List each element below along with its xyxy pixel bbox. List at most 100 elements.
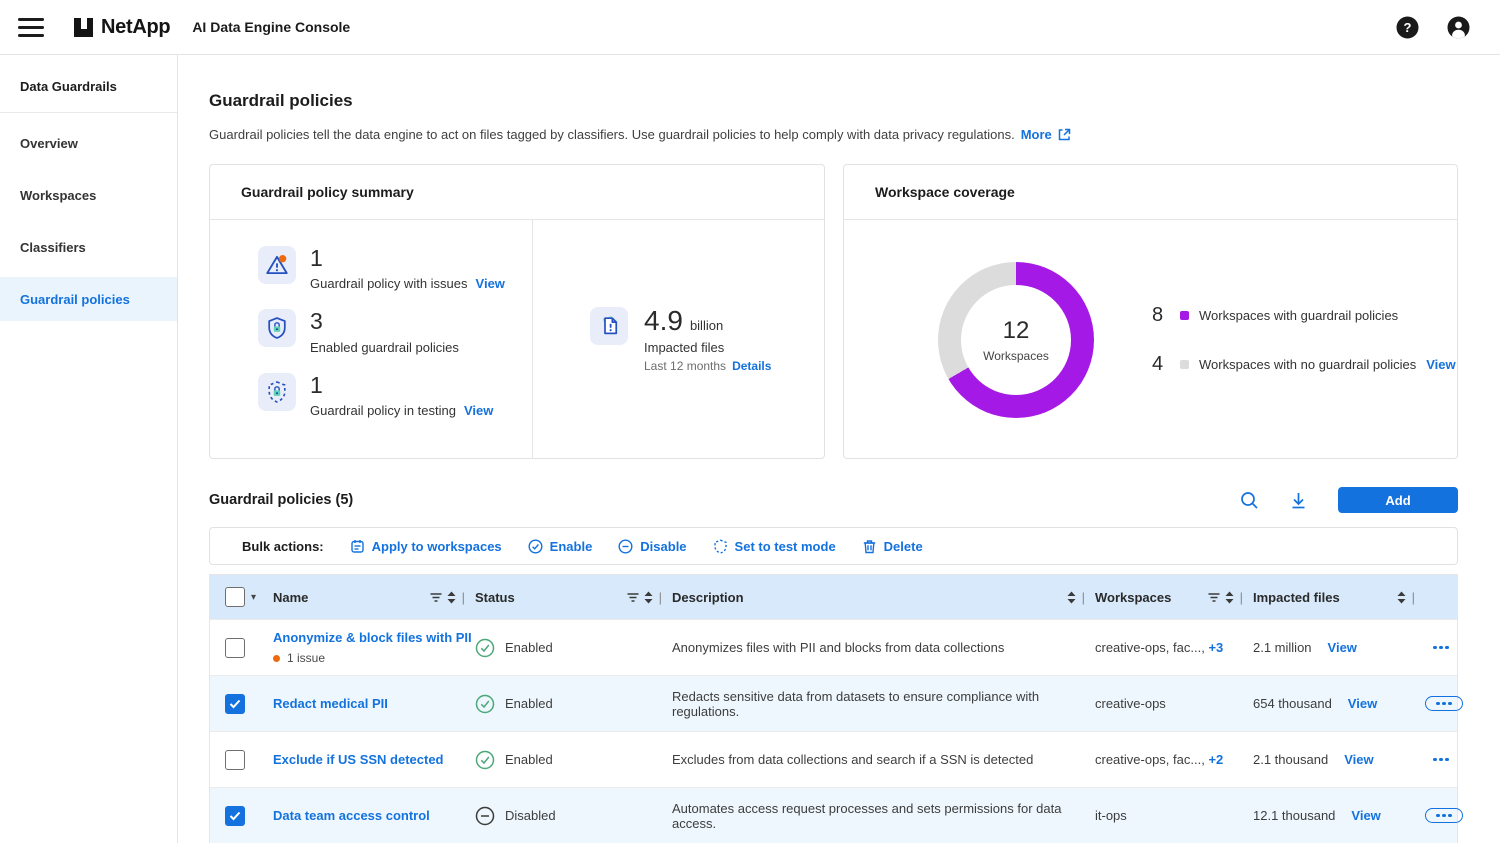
external-link-icon[interactable] [1058,128,1071,141]
sort-icon[interactable] [644,591,653,604]
column-header-status: Status [475,590,515,605]
status-text: Enabled [505,752,553,767]
select-all-checkbox[interactable] [225,587,245,607]
bulk-enable[interactable]: Enable [528,539,593,554]
stat-label: Guardrail policy with issues [310,276,468,291]
sidebar-item-guardrail-policies[interactable]: Guardrail policies [0,277,177,321]
filter-icon[interactable] [627,592,639,603]
download-icon[interactable] [1289,491,1308,510]
row-checkbox[interactable] [225,806,245,826]
row-menu-icon[interactable] [1425,753,1457,767]
view-impacted-link[interactable]: View [1351,808,1380,823]
brand-name: NetApp [101,16,170,39]
table-row: Anonymize & block files with PII 1 issue… [210,619,1457,675]
workspaces-text: it-ops [1095,808,1127,823]
add-button[interactable]: Add [1338,487,1458,513]
sidebar-item-overview[interactable]: Overview [0,121,177,165]
legend-value: 8 [1152,304,1172,327]
impacted-files-value: 4.9 [644,307,683,335]
sidebar-item-classifiers[interactable]: Classifiers [0,225,177,269]
impacted-files-unit: billion [690,318,723,333]
workspaces-text: creative-ops [1095,696,1166,711]
workspaces-text: creative-ops, fac..., [1095,640,1205,655]
apply-to-workspaces-icon [350,539,365,554]
guardrail-policies-table: ▾ Name | Status | Desc [209,574,1458,843]
legend-label: Workspaces with no guardrail policies [1199,357,1416,372]
view-issues-link[interactable]: View [476,276,505,291]
row-menu-icon[interactable] [1425,808,1463,824]
app-title: AI Data Engine Console [192,19,350,35]
impacted-files-count: 12.1 thousand [1253,808,1335,823]
user-account-icon[interactable] [1447,16,1470,39]
status-disabled-icon [475,806,495,826]
impacted-files-icon [590,307,628,345]
row-checkbox[interactable] [225,694,245,714]
donut-total: 12 [1003,317,1030,345]
policy-description: Automates access request processes and s… [672,801,1095,831]
policy-name-link[interactable]: Data team access control [273,808,475,823]
policy-name-link[interactable]: Exclude if US SSN detected [273,752,475,767]
impacted-files-count: 2.1 thousand [1253,752,1328,767]
hamburger-menu-icon[interactable] [18,18,44,37]
stat-value: 1 [310,246,505,271]
sort-icon[interactable] [1397,591,1406,604]
filter-icon[interactable] [1208,592,1220,603]
sort-icon[interactable] [447,591,456,604]
status-text: Enabled [505,696,553,711]
impacted-files-label: Impacted files [644,340,771,355]
sort-icon[interactable] [1225,591,1234,604]
view-impacted-link[interactable]: View [1348,696,1377,711]
row-menu-icon[interactable] [1425,696,1463,712]
status-text: Disabled [505,808,556,823]
policy-name-link[interactable]: Anonymize & block files with PII [273,630,475,645]
table-header-row: ▾ Name | Status | Desc [210,575,1457,619]
row-checkbox[interactable] [225,750,245,770]
bulk-delete[interactable]: Delete [862,539,923,554]
policy-description: Excludes from data collections and searc… [672,752,1095,767]
legend-with-policies: 8 Workspaces with guardrail policies [1152,304,1456,327]
status-enabled-icon [475,638,495,658]
bulk-apply-to-workspaces[interactable]: Apply to workspaces [350,539,502,554]
policy-name-link[interactable]: Redact medical PII [273,696,475,711]
shield-lock-icon [258,309,296,347]
select-all-caret-icon[interactable]: ▾ [251,592,256,603]
table-title: Guardrail policies (5) [209,492,353,508]
top-bar: NetApp AI Data Engine Console ? [0,0,1500,55]
view-testing-link[interactable]: View [464,403,493,418]
view-impacted-link[interactable]: View [1328,640,1357,655]
row-menu-icon[interactable] [1425,641,1457,655]
issue-dot [273,655,280,662]
help-icon[interactable]: ? [1396,16,1419,39]
sidebar: Data Guardrails Overview Workspaces Clas… [0,55,178,843]
stat-policy-in-testing: 1 Guardrail policy in testingView [258,373,532,418]
netapp-logo: NetApp [74,16,170,39]
page-description: Guardrail policies tell the data engine … [209,127,1015,142]
page-title: Guardrail policies [209,91,1458,111]
workspaces-more-link[interactable]: +2 [1208,752,1223,767]
issue-text: 1 issue [287,651,325,665]
bulk-disable[interactable]: Disable [618,539,686,554]
stat-value: 3 [310,309,459,334]
impacted-files-count: 654 thousand [1253,696,1332,711]
view-workspaces-link[interactable]: View [1426,357,1455,372]
details-link[interactable]: Details [732,359,771,373]
stat-label: Guardrail policy in testing [310,403,456,418]
svg-text:?: ? [1404,20,1412,35]
table-row: Redact medical PII Enabled Redacts sensi… [210,675,1457,731]
bulk-actions-label: Bulk actions: [242,539,324,554]
netapp-logo-mark-icon [74,18,93,37]
row-checkbox[interactable] [225,638,245,658]
more-link[interactable]: More [1021,127,1052,142]
search-icon[interactable] [1240,491,1259,510]
bulk-set-to-test-mode[interactable]: Set to test mode [713,539,836,554]
policy-description: Anonymizes files with PII and blocks fro… [672,640,1095,655]
filter-icon[interactable] [430,592,442,603]
stat-label: Enabled guardrail policies [310,340,459,355]
bulk-actions-bar: Bulk actions: Apply to workspaces Enable… [209,527,1458,565]
sidebar-item-workspaces[interactable]: Workspaces [0,173,177,217]
view-impacted-link[interactable]: View [1344,752,1373,767]
warning-triangle-icon [258,246,296,284]
sort-icon[interactable] [1067,591,1076,604]
guardrail-policy-summary-card: Guardrail policy summary 1 Guardrail pol… [209,164,825,459]
workspaces-more-link[interactable]: +3 [1208,640,1223,655]
